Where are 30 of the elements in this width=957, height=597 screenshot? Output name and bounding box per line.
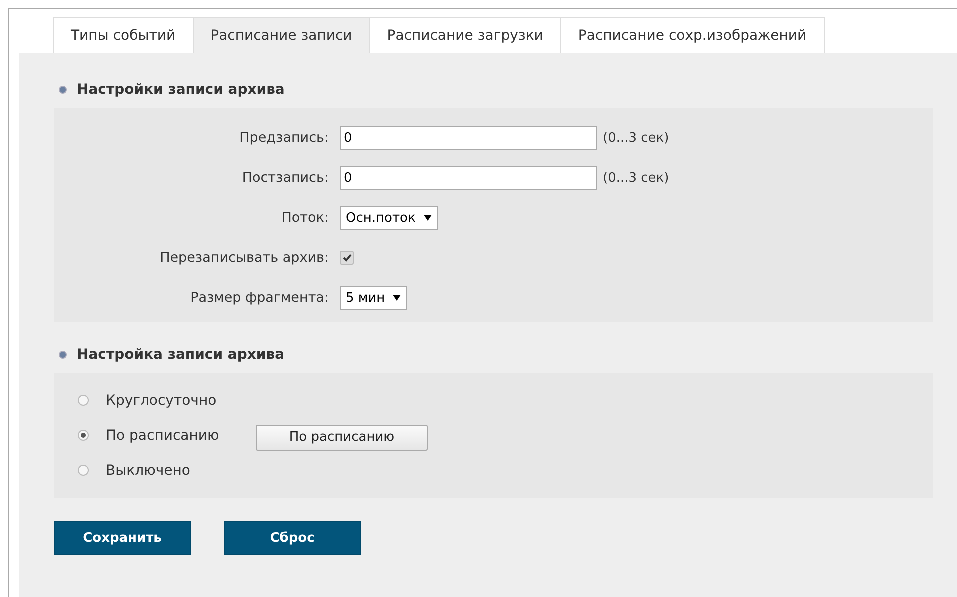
caret-icon bbox=[393, 295, 402, 301]
reset-button[interactable]: Сброс bbox=[224, 521, 361, 555]
input-field[interactable]: 0 bbox=[340, 166, 597, 190]
field-label: Предзапись: bbox=[238, 130, 330, 146]
radio-button[interactable] bbox=[78, 395, 89, 406]
field-label: Перезаписывать архив: bbox=[159, 250, 330, 266]
dropdown[interactable]: 5 мин bbox=[340, 286, 408, 310]
checkbox[interactable] bbox=[340, 251, 354, 265]
section-title: Настройка записи архива bbox=[77, 347, 285, 363]
tab[interactable]: Расписание записи bbox=[192, 17, 370, 53]
input-field[interactable]: 0 bbox=[340, 126, 597, 150]
tab[interactable]: Типы событий bbox=[53, 17, 194, 53]
save-button[interactable]: Сохранить bbox=[54, 521, 191, 555]
caret-icon bbox=[424, 215, 432, 221]
radio-button[interactable] bbox=[78, 465, 89, 476]
dropdown[interactable]: Осн.поток bbox=[340, 206, 438, 230]
range-hint: (0...3 сек) bbox=[603, 170, 670, 186]
schedule-button[interactable]: По расписанию bbox=[256, 424, 428, 450]
option-label: Выключено bbox=[106, 462, 192, 478]
bullet-icon bbox=[59, 86, 67, 94]
section-title: Настройки записи архива bbox=[77, 82, 285, 98]
field-label: Поток: bbox=[280, 210, 330, 226]
option-label: По расписанию bbox=[106, 428, 220, 444]
field-label: Размер фрагмента: bbox=[190, 290, 330, 306]
field-label: Постзапись: bbox=[241, 170, 330, 186]
option-label: Круглосуточно bbox=[106, 392, 218, 408]
radio-button[interactable] bbox=[78, 430, 89, 441]
bullet-icon bbox=[59, 351, 67, 359]
tab[interactable]: Расписание сохр.изображений bbox=[560, 17, 825, 53]
range-hint: (0...3 сек) bbox=[603, 130, 670, 146]
